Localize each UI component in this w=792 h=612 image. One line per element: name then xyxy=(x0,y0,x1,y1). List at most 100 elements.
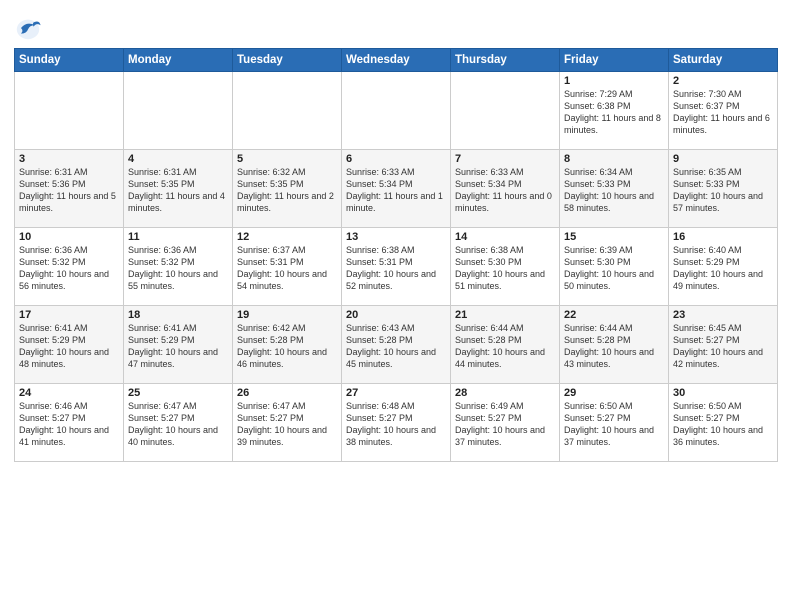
day-cell: 27Sunrise: 6:48 AM Sunset: 5:27 PM Dayli… xyxy=(342,384,451,462)
day-cell: 17Sunrise: 6:41 AM Sunset: 5:29 PM Dayli… xyxy=(15,306,124,384)
day-number: 22 xyxy=(564,309,664,321)
day-cell: 5Sunrise: 6:32 AM Sunset: 5:35 PM Daylig… xyxy=(233,150,342,228)
day-info: Sunrise: 6:50 AM Sunset: 5:27 PM Dayligh… xyxy=(673,400,773,449)
week-row-1: 3Sunrise: 6:31 AM Sunset: 5:36 PM Daylig… xyxy=(15,150,778,228)
day-number: 9 xyxy=(673,153,773,165)
day-cell xyxy=(451,72,560,150)
day-number: 2 xyxy=(673,75,773,87)
day-info: Sunrise: 6:41 AM Sunset: 5:29 PM Dayligh… xyxy=(19,322,119,371)
day-info: Sunrise: 6:43 AM Sunset: 5:28 PM Dayligh… xyxy=(346,322,446,371)
day-header-wednesday: Wednesday xyxy=(342,49,451,72)
day-cell: 13Sunrise: 6:38 AM Sunset: 5:31 PM Dayli… xyxy=(342,228,451,306)
day-info: Sunrise: 6:32 AM Sunset: 5:35 PM Dayligh… xyxy=(237,166,337,215)
day-number: 8 xyxy=(564,153,664,165)
day-cell: 10Sunrise: 6:36 AM Sunset: 5:32 PM Dayli… xyxy=(15,228,124,306)
day-cell: 23Sunrise: 6:45 AM Sunset: 5:27 PM Dayli… xyxy=(669,306,778,384)
day-info: Sunrise: 6:34 AM Sunset: 5:33 PM Dayligh… xyxy=(564,166,664,215)
day-number: 6 xyxy=(346,153,446,165)
day-number: 20 xyxy=(346,309,446,321)
day-number: 21 xyxy=(455,309,555,321)
day-info: Sunrise: 6:36 AM Sunset: 5:32 PM Dayligh… xyxy=(19,244,119,293)
day-cell: 16Sunrise: 6:40 AM Sunset: 5:29 PM Dayli… xyxy=(669,228,778,306)
day-cell: 21Sunrise: 6:44 AM Sunset: 5:28 PM Dayli… xyxy=(451,306,560,384)
day-info: Sunrise: 6:44 AM Sunset: 5:28 PM Dayligh… xyxy=(455,322,555,371)
day-info: Sunrise: 6:47 AM Sunset: 5:27 PM Dayligh… xyxy=(237,400,337,449)
day-info: Sunrise: 6:45 AM Sunset: 5:27 PM Dayligh… xyxy=(673,322,773,371)
day-cell: 29Sunrise: 6:50 AM Sunset: 5:27 PM Dayli… xyxy=(560,384,669,462)
day-cell: 20Sunrise: 6:43 AM Sunset: 5:28 PM Dayli… xyxy=(342,306,451,384)
day-number: 13 xyxy=(346,231,446,243)
day-cell: 26Sunrise: 6:47 AM Sunset: 5:27 PM Dayli… xyxy=(233,384,342,462)
day-cell: 19Sunrise: 6:42 AM Sunset: 5:28 PM Dayli… xyxy=(233,306,342,384)
day-cell: 15Sunrise: 6:39 AM Sunset: 5:30 PM Dayli… xyxy=(560,228,669,306)
day-number: 4 xyxy=(128,153,228,165)
day-cell: 30Sunrise: 6:50 AM Sunset: 5:27 PM Dayli… xyxy=(669,384,778,462)
day-number: 1 xyxy=(564,75,664,87)
day-info: Sunrise: 6:33 AM Sunset: 5:34 PM Dayligh… xyxy=(346,166,446,215)
day-header-saturday: Saturday xyxy=(669,49,778,72)
day-header-tuesday: Tuesday xyxy=(233,49,342,72)
day-cell: 22Sunrise: 6:44 AM Sunset: 5:28 PM Dayli… xyxy=(560,306,669,384)
day-cell xyxy=(342,72,451,150)
day-cell: 24Sunrise: 6:46 AM Sunset: 5:27 PM Dayli… xyxy=(15,384,124,462)
day-info: Sunrise: 6:50 AM Sunset: 5:27 PM Dayligh… xyxy=(564,400,664,449)
day-cell: 3Sunrise: 6:31 AM Sunset: 5:36 PM Daylig… xyxy=(15,150,124,228)
calendar-header: SundayMondayTuesdayWednesdayThursdayFrid… xyxy=(15,49,778,72)
day-cell: 28Sunrise: 6:49 AM Sunset: 5:27 PM Dayli… xyxy=(451,384,560,462)
day-number: 11 xyxy=(128,231,228,243)
day-number: 29 xyxy=(564,387,664,399)
day-cell xyxy=(233,72,342,150)
day-number: 25 xyxy=(128,387,228,399)
day-header-thursday: Thursday xyxy=(451,49,560,72)
day-info: Sunrise: 7:29 AM Sunset: 6:38 PM Dayligh… xyxy=(564,88,664,137)
day-number: 24 xyxy=(19,387,119,399)
day-number: 18 xyxy=(128,309,228,321)
day-info: Sunrise: 6:38 AM Sunset: 5:31 PM Dayligh… xyxy=(346,244,446,293)
day-number: 14 xyxy=(455,231,555,243)
day-number: 23 xyxy=(673,309,773,321)
day-cell: 9Sunrise: 6:35 AM Sunset: 5:33 PM Daylig… xyxy=(669,150,778,228)
day-info: Sunrise: 6:36 AM Sunset: 5:32 PM Dayligh… xyxy=(128,244,228,293)
calendar-table: SundayMondayTuesdayWednesdayThursdayFrid… xyxy=(14,48,778,462)
day-number: 19 xyxy=(237,309,337,321)
day-info: Sunrise: 6:48 AM Sunset: 5:27 PM Dayligh… xyxy=(346,400,446,449)
day-cell: 11Sunrise: 6:36 AM Sunset: 5:32 PM Dayli… xyxy=(124,228,233,306)
day-number: 27 xyxy=(346,387,446,399)
day-number: 12 xyxy=(237,231,337,243)
day-number: 15 xyxy=(564,231,664,243)
week-row-2: 10Sunrise: 6:36 AM Sunset: 5:32 PM Dayli… xyxy=(15,228,778,306)
day-info: Sunrise: 6:44 AM Sunset: 5:28 PM Dayligh… xyxy=(564,322,664,371)
day-info: Sunrise: 6:39 AM Sunset: 5:30 PM Dayligh… xyxy=(564,244,664,293)
day-cell xyxy=(124,72,233,150)
day-cell: 14Sunrise: 6:38 AM Sunset: 5:30 PM Dayli… xyxy=(451,228,560,306)
calendar-body: 1Sunrise: 7:29 AM Sunset: 6:38 PM Daylig… xyxy=(15,72,778,462)
day-info: Sunrise: 6:47 AM Sunset: 5:27 PM Dayligh… xyxy=(128,400,228,449)
day-info: Sunrise: 6:49 AM Sunset: 5:27 PM Dayligh… xyxy=(455,400,555,449)
day-number: 26 xyxy=(237,387,337,399)
day-cell: 6Sunrise: 6:33 AM Sunset: 5:34 PM Daylig… xyxy=(342,150,451,228)
day-info: Sunrise: 6:41 AM Sunset: 5:29 PM Dayligh… xyxy=(128,322,228,371)
logo xyxy=(14,14,46,42)
day-cell: 18Sunrise: 6:41 AM Sunset: 5:29 PM Dayli… xyxy=(124,306,233,384)
day-number: 16 xyxy=(673,231,773,243)
header xyxy=(14,10,778,42)
header-row: SundayMondayTuesdayWednesdayThursdayFrid… xyxy=(15,49,778,72)
day-cell xyxy=(15,72,124,150)
day-info: Sunrise: 6:31 AM Sunset: 5:35 PM Dayligh… xyxy=(128,166,228,215)
day-info: Sunrise: 7:30 AM Sunset: 6:37 PM Dayligh… xyxy=(673,88,773,137)
logo-icon xyxy=(14,14,42,42)
day-cell: 7Sunrise: 6:33 AM Sunset: 5:34 PM Daylig… xyxy=(451,150,560,228)
day-info: Sunrise: 6:33 AM Sunset: 5:34 PM Dayligh… xyxy=(455,166,555,215)
day-number: 10 xyxy=(19,231,119,243)
day-info: Sunrise: 6:38 AM Sunset: 5:30 PM Dayligh… xyxy=(455,244,555,293)
day-info: Sunrise: 6:35 AM Sunset: 5:33 PM Dayligh… xyxy=(673,166,773,215)
day-number: 7 xyxy=(455,153,555,165)
day-cell: 12Sunrise: 6:37 AM Sunset: 5:31 PM Dayli… xyxy=(233,228,342,306)
day-info: Sunrise: 6:42 AM Sunset: 5:28 PM Dayligh… xyxy=(237,322,337,371)
page: SundayMondayTuesdayWednesdayThursdayFrid… xyxy=(0,0,792,612)
day-info: Sunrise: 6:31 AM Sunset: 5:36 PM Dayligh… xyxy=(19,166,119,215)
day-number: 3 xyxy=(19,153,119,165)
week-row-3: 17Sunrise: 6:41 AM Sunset: 5:29 PM Dayli… xyxy=(15,306,778,384)
day-number: 17 xyxy=(19,309,119,321)
day-cell: 4Sunrise: 6:31 AM Sunset: 5:35 PM Daylig… xyxy=(124,150,233,228)
